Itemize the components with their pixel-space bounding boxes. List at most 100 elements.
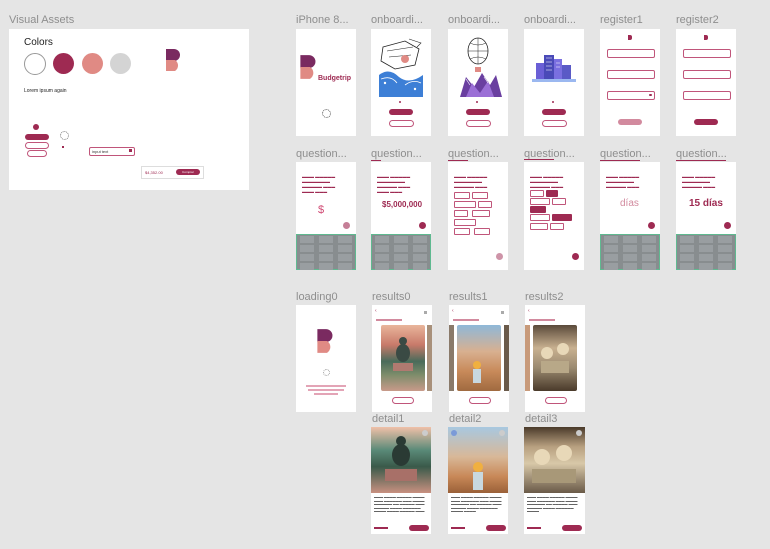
frame-question1[interactable]: ▬▬▬ ▬▬▬▬▬ ▬▬▬▬▬▬▬ ▬▬▬▬▬ ▬▬▬ ▬▬▬ ▬▬▬ $ — [296, 162, 356, 270]
next-arrow-button[interactable] — [496, 253, 503, 260]
back-icon[interactable]: ‹ — [528, 308, 530, 314]
days-value[interactable]: 15 días — [689, 198, 723, 209]
option-chip[interactable] — [530, 214, 550, 221]
option-chip[interactable] — [472, 210, 490, 217]
option-chip[interactable] — [454, 219, 476, 226]
next-arrow-button[interactable] — [572, 253, 579, 260]
name-field[interactable] — [607, 49, 655, 58]
amount-input[interactable]: $ — [318, 204, 324, 216]
skip-button[interactable] — [542, 120, 567, 127]
option-chip-selected[interactable] — [546, 190, 558, 197]
frame-iphone-splash[interactable]: Budgetrip — [296, 29, 356, 136]
option-chip[interactable] — [478, 201, 492, 208]
frame-onboarding3[interactable] — [524, 29, 584, 136]
option-chip[interactable] — [454, 228, 470, 235]
frame-results1[interactable]: ‹ — [449, 305, 509, 412]
sample-button-filled[interactable] — [25, 134, 49, 140]
frame-loading[interactable] — [296, 305, 356, 412]
skip-button[interactable] — [466, 120, 491, 127]
option-chip-selected[interactable] — [530, 206, 546, 213]
frame-question6[interactable]: ▬▬▬ ▬▬▬▬▬ ▬▬▬▬▬▬▬ ▬▬▬▬▬ ▬▬▬ 15 días — [676, 162, 736, 270]
option-chip[interactable] — [472, 192, 488, 199]
numeric-keypad[interactable] — [676, 234, 736, 270]
option-chip[interactable] — [454, 210, 468, 217]
frame-question5[interactable]: ▬▬▬ ▬▬▬▬▬ ▬▬▬▬▬▬▬ ▬▬▬▬▬ ▬▬▬ días — [600, 162, 660, 270]
menu-icon[interactable] — [424, 311, 427, 314]
share-icon[interactable] — [422, 430, 428, 436]
next-button[interactable] — [542, 109, 566, 115]
back-icon[interactable]: ‹ — [375, 308, 377, 314]
frame-detail2[interactable]: ▬▬▬ ▬▬▬▬ ▬▬▬▬▬ ▬▬▬▬ ▬▬▬ ▬▬▬▬▬▬ ▬▬▬ ▬▬▬▬ … — [448, 427, 508, 534]
next-card-preview[interactable] — [427, 325, 432, 391]
next-button[interactable] — [389, 109, 413, 115]
email-field[interactable] — [683, 70, 731, 79]
frame-register1[interactable] — [600, 29, 660, 136]
numeric-keypad[interactable] — [296, 234, 356, 270]
days-input[interactable]: días — [620, 198, 639, 209]
option-chip[interactable] — [454, 192, 470, 199]
eye-icon[interactable] — [649, 94, 652, 96]
frame-label-question6: question... — [676, 148, 727, 160]
destination-card-image[interactable] — [457, 325, 501, 391]
register-button[interactable] — [694, 119, 718, 125]
password-field[interactable] — [607, 91, 655, 100]
frame-register2[interactable] — [676, 29, 736, 136]
buy-button[interactable]: Comprar — [176, 169, 200, 175]
option-chip[interactable] — [530, 198, 550, 205]
share-icon[interactable] — [576, 430, 582, 436]
destination-card-image[interactable] — [533, 325, 577, 391]
register-button-disabled[interactable] — [618, 119, 642, 125]
frame-label-register2: register2 — [676, 14, 719, 26]
frame-onboarding2[interactable] — [448, 29, 508, 136]
numeric-keypad[interactable] — [600, 234, 660, 270]
frame-question2[interactable]: ▬▬▬ ▬▬▬▬▬ ▬▬▬▬▬▬▬ ▬▬▬▬▬ ▬▬▬ ▬▬▬ ▬▬▬ $5,0… — [371, 162, 431, 270]
see-details-button[interactable] — [392, 397, 414, 404]
option-chip[interactable] — [454, 201, 476, 208]
menu-icon[interactable] — [501, 311, 504, 314]
frame-question4[interactable]: ▬▬▬ ▬▬▬▬▬ ▬▬▬▬▬▬▬ ▬▬▬▬▬ ▬▬▬ — [524, 162, 584, 270]
option-chip[interactable] — [530, 223, 548, 230]
option-chip-selected[interactable] — [552, 214, 572, 221]
frame-question3[interactable]: ▬▬▬ ▬▬▬▬▬ ▬▬▬▬▬▬▬ ▬▬▬▬▬ ▬▬▬ — [448, 162, 508, 270]
amount-value[interactable]: $5,000,000 — [382, 200, 422, 209]
see-details-button[interactable] — [545, 397, 567, 404]
buy-button[interactable] — [562, 525, 582, 531]
frame-results0[interactable]: ‹ — [372, 305, 432, 412]
option-chip[interactable] — [552, 198, 566, 205]
email-field[interactable] — [607, 70, 655, 79]
progress-line — [448, 160, 468, 161]
detail-hero-image — [448, 427, 508, 493]
option-chip[interactable] — [550, 223, 564, 230]
detail-hero-image — [371, 427, 431, 493]
sample-input-field[interactable]: input text — [89, 147, 135, 156]
frame-detail3[interactable]: ▬▬▬ ▬▬▬▬ ▬▬▬▬▬ ▬▬▬▬ ▬▬▬ ▬▬▬▬▬▬ ▬▬▬ ▬▬▬▬ … — [524, 427, 585, 534]
numeric-keypad[interactable] — [371, 234, 431, 270]
back-icon[interactable] — [451, 430, 457, 436]
buy-button[interactable] — [409, 525, 429, 531]
next-card-preview[interactable] — [504, 325, 509, 391]
skip-button[interactable] — [389, 120, 414, 127]
next-arrow-button[interactable] — [419, 222, 426, 229]
next-arrow-button[interactable] — [343, 222, 350, 229]
prev-card-preview[interactable] — [449, 325, 454, 391]
sample-chip[interactable] — [27, 150, 47, 157]
frame-onboarding1[interactable] — [371, 29, 431, 136]
frame-results2[interactable]: ‹ — [525, 305, 585, 412]
frame-detail1[interactable]: ▬▬▬ ▬▬▬▬ ▬▬▬▬▬ ▬▬▬▬ ▬▬▬ ▬▬▬▬▬▬ ▬▬▬ ▬▬▬▬ … — [371, 427, 431, 534]
see-details-button[interactable] — [469, 397, 491, 404]
frame-label-register1: register1 — [600, 14, 643, 26]
prev-card-preview[interactable] — [525, 325, 530, 391]
option-chip[interactable] — [474, 228, 490, 235]
next-button[interactable] — [466, 109, 490, 115]
next-arrow-button[interactable] — [648, 222, 655, 229]
next-arrow-button[interactable] — [724, 222, 731, 229]
name-field[interactable] — [683, 49, 731, 58]
destination-card-image[interactable] — [381, 325, 425, 391]
share-icon[interactable] — [499, 430, 505, 436]
sample-button-outline[interactable] — [25, 142, 49, 149]
back-icon[interactable]: ‹ — [452, 308, 454, 314]
option-chip[interactable] — [530, 190, 544, 197]
buy-button[interactable] — [486, 525, 506, 531]
visual-assets-frame[interactable]: Colors Lorem ipsum again input text $4,3… — [9, 29, 249, 190]
password-field[interactable] — [683, 91, 731, 100]
